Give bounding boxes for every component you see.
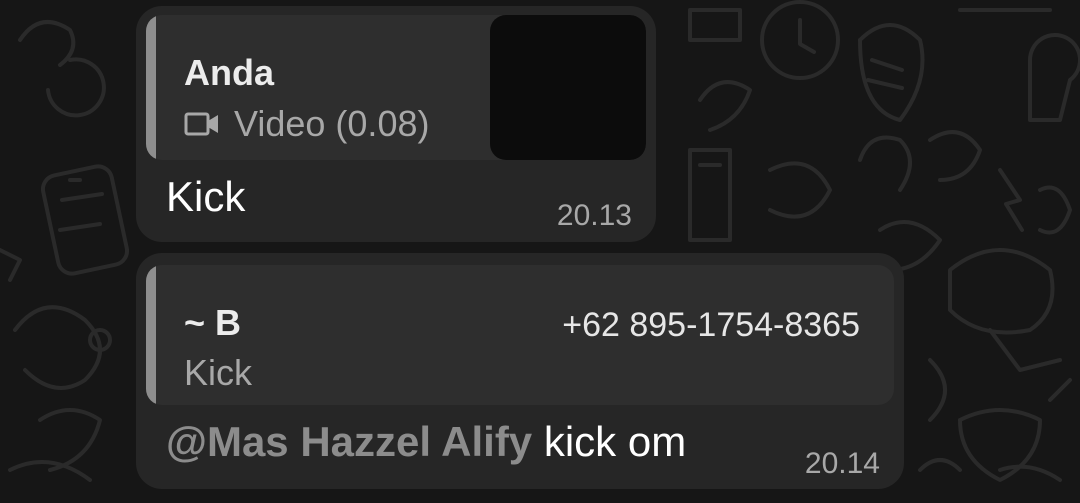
quote-content: Kick bbox=[184, 353, 252, 393]
video-camera-icon bbox=[184, 112, 218, 136]
message-time: 20.14 bbox=[804, 447, 880, 480]
message-bubble[interactable]: Anda Video (0.08) Kick 20.13 bbox=[136, 6, 656, 242]
message-time: 20.13 bbox=[556, 199, 632, 232]
quote-sender: ~ B bbox=[184, 302, 242, 343]
message-text: Kick bbox=[166, 173, 246, 220]
mention-link[interactable]: @Mas Hazzel Alify bbox=[166, 418, 532, 465]
quote-content-text: Kick bbox=[184, 352, 253, 393]
quote-sender: Anda bbox=[184, 52, 274, 93]
message-text: @Mas Hazzel Alify kick om bbox=[166, 419, 686, 465]
video-thumbnail[interactable] bbox=[490, 15, 646, 160]
quoted-message[interactable]: Anda Video (0.08) bbox=[146, 15, 646, 160]
quote-content-text: Video (0.08) bbox=[234, 103, 430, 144]
quote-accent-bar bbox=[146, 15, 156, 160]
quoted-message[interactable]: ~ B +62 895-1754-8365 Kick bbox=[146, 265, 894, 405]
quote-sender-phone: +62 895-1754-8365 bbox=[562, 306, 860, 344]
message-bubble[interactable]: ~ B +62 895-1754-8365 Kick @Mas Hazzel A… bbox=[136, 253, 904, 489]
quote-accent-bar bbox=[146, 265, 156, 405]
quote-content: Video (0.08) bbox=[184, 104, 429, 144]
message-text-body: kick om bbox=[532, 418, 687, 465]
